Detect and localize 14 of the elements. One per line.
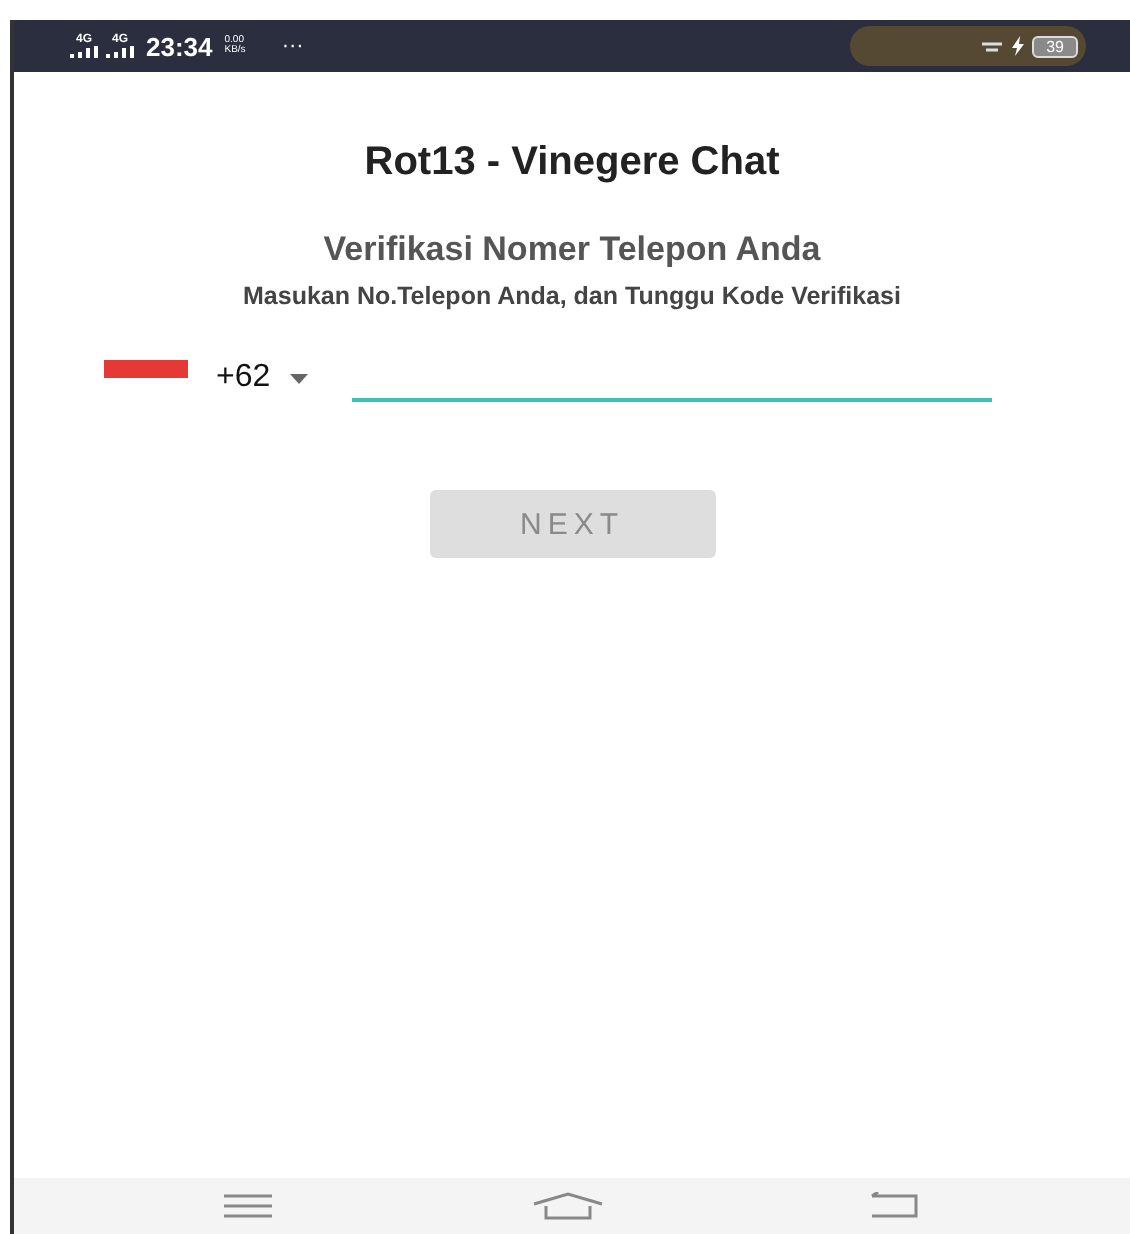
menu-icon[interactable] <box>224 1194 272 1218</box>
caret-icon[interactable] <box>290 373 309 384</box>
signal-icon <box>106 46 134 58</box>
instruction-text: Masukan No.Telepon Anda, dan Tunggu Kode Verifikasi <box>241 282 903 311</box>
more-dots: ··· <box>281 34 304 58</box>
country-code[interactable]: +62 <box>216 360 271 397</box>
flag-icon[interactable] <box>104 359 188 378</box>
signal-icon <box>70 46 98 58</box>
lightning-icon <box>1012 36 1025 56</box>
page-subtitle: Verifikasi Nomer Telepon Anda <box>323 230 821 270</box>
app-title: Rot13 - Vinegere Chat <box>364 140 780 186</box>
clock-time: 23:34 <box>146 31 213 61</box>
battery-level: 39 <box>1032 35 1078 57</box>
home-icon[interactable] <box>532 1192 604 1220</box>
